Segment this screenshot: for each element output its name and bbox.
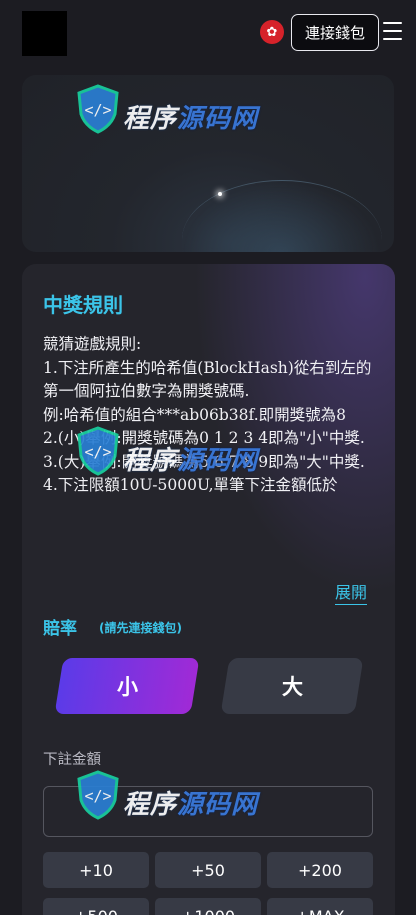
odds-title: 賠率	[43, 619, 77, 639]
rules-line: 2.(小)舉例:開獎號碼為0 1 2 3 4即為"小"中獎.	[43, 429, 365, 447]
flag-glyph: ✿	[266, 24, 278, 40]
rules-line: 4.下注限額10U-5000U,單筆下注金額低於	[43, 476, 338, 494]
bet-small-label: 小	[116, 675, 138, 699]
expand-rules-link[interactable]: 展開	[335, 579, 368, 605]
top-bar: ✿ 連接錢包	[0, 0, 416, 60]
rules-line: 例:哈希值的組合***ab06b38f.即開獎號為8	[43, 405, 346, 424]
bet-small-button[interactable]: 小	[54, 658, 200, 714]
chip-plus-50[interactable]: +50	[155, 852, 261, 888]
rules-text: 競猜遊戲規則: 1.下注所產生的哈希值(BlockHash)從右到左的第一個阿拉…	[43, 333, 378, 573]
connect-wallet-button[interactable]: 連接錢包	[291, 14, 379, 51]
chip-plus-500[interactable]: +500	[43, 898, 149, 915]
bet-amount-label: 下註金額	[43, 752, 101, 768]
star-dot	[218, 192, 222, 196]
rules-line: 3.(大)舉例:開獎號碼為5 6 7 8 9即為"大"中獎.	[43, 452, 365, 471]
odds-note: (請先連接錢包)	[99, 621, 182, 635]
hero-banner	[22, 75, 394, 252]
bet-amount-input[interactable]	[43, 786, 373, 837]
rules-line: 1.下注所產生的哈希值(BlockHash)從右到左的第一個阿拉伯數字為開獎號碼…	[43, 358, 372, 401]
bet-big-label: 大	[281, 675, 303, 699]
rules-title: 中獎規則	[43, 293, 123, 317]
chip-plus-10[interactable]: +10	[43, 852, 149, 888]
hong-kong-flag-icon[interactable]: ✿	[260, 20, 284, 44]
planet-glow	[182, 180, 382, 252]
app-logo[interactable]	[22, 11, 67, 56]
chip-plus-200[interactable]: +200	[267, 852, 373, 888]
bet-big-button[interactable]: 大	[220, 658, 364, 714]
chip-plus-1000[interactable]: +1000	[155, 898, 261, 915]
hamburger-menu-icon[interactable]	[383, 22, 402, 40]
chip-plus-max[interactable]: +MAX	[267, 898, 373, 915]
rules-line: 競猜遊戲規則:	[43, 335, 142, 353]
rules-card: 中獎規則 競猜遊戲規則: 1.下注所產生的哈希值(BlockHash)從右到左的…	[22, 264, 395, 915]
